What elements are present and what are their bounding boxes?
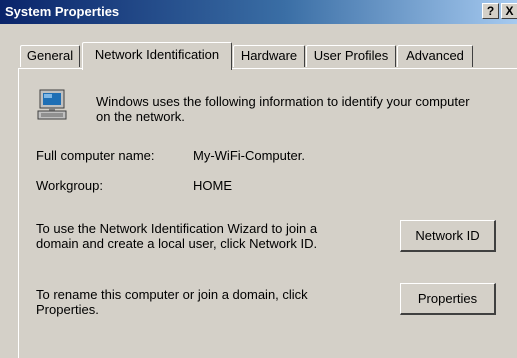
- title-bar: System Properties ? X: [0, 0, 517, 24]
- tab-user-profiles[interactable]: User Profiles: [306, 45, 396, 67]
- help-button[interactable]: ?: [482, 3, 499, 19]
- workgroup-value: HOME: [193, 178, 232, 193]
- tab-general[interactable]: General: [20, 45, 80, 67]
- tab-advanced[interactable]: Advanced: [397, 45, 473, 67]
- window-title: System Properties: [5, 4, 120, 19]
- wizard-line-1: To use the Network Identification Wizard…: [36, 221, 318, 236]
- full-name-value: My-WiFi-Computer.: [193, 148, 305, 163]
- tab-hardware[interactable]: Hardware: [233, 45, 305, 67]
- full-name-label: Full computer name:: [36, 148, 155, 163]
- rename-line-2: Properties.: [36, 302, 99, 317]
- tab-network-identification[interactable]: Network Identification: [82, 42, 232, 70]
- close-button[interactable]: X: [501, 3, 517, 19]
- intro-line-2: on the network.: [96, 109, 185, 124]
- wizard-line-2: domain and create a local user, click Ne…: [36, 236, 318, 251]
- computer-icon: [37, 89, 67, 120]
- tab-strip: General Network Identification Hardware …: [0, 34, 517, 70]
- workgroup-label: Workgroup:: [36, 178, 103, 193]
- rename-line-1: To rename this computer or join a domain…: [36, 287, 308, 302]
- network-id-button[interactable]: Network ID: [400, 220, 496, 252]
- properties-button[interactable]: Properties: [400, 283, 496, 315]
- intro-line-1: Windows uses the following information t…: [96, 94, 470, 109]
